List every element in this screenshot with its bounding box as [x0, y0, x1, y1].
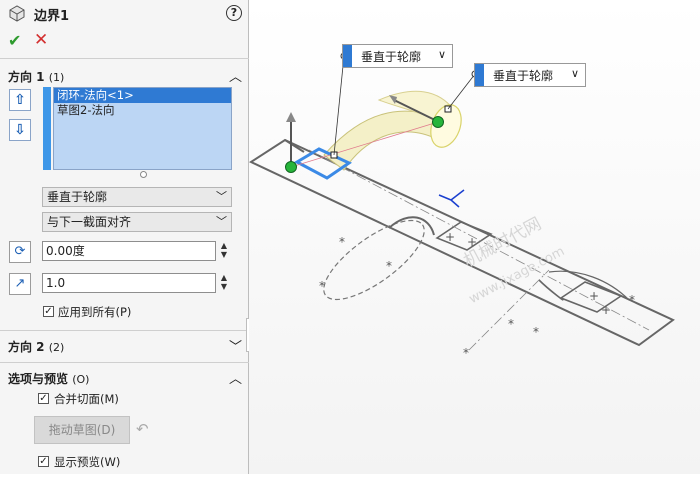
svg-text:*: * — [508, 317, 514, 331]
move-down-button[interactable]: ⇩ — [9, 119, 31, 141]
svg-text:+: + — [589, 289, 599, 303]
drag-sketch-button[interactable]: 拖动草图(D) — [34, 416, 130, 444]
merge-faces-label: 合并切面(M) — [54, 392, 119, 406]
graphics-viewport[interactable]: * * * * * * * + + + + 垂直于轮廓 ∨ 垂直于轮廓 ∨ 机械时代网 www… — [248, 0, 700, 474]
direction2-count: (2) — [48, 341, 65, 354]
chevron-up-icon[interactable]: ︿ — [229, 368, 242, 387]
draft-angle-input[interactable]: 0.00度 — [42, 241, 216, 261]
tangent-callout-2[interactable]: 垂直于轮廓 ∨ — [474, 63, 586, 87]
options-header[interactable]: 选项与预览 (O) ︿ — [8, 370, 242, 388]
alignment-value: 与下一截面对齐 — [47, 215, 132, 229]
list-item[interactable]: 闭环-法向<1> — [54, 88, 231, 103]
callout-accent — [475, 64, 484, 86]
angle-spinner[interactable]: ▲ ▼ — [219, 241, 229, 261]
svg-text:*: * — [386, 259, 392, 273]
apply-all-checkbox[interactable]: ✓ — [43, 306, 54, 317]
chevron-down-icon: ﹀ — [216, 215, 227, 228]
callout-text: 垂直于轮廓 — [493, 69, 554, 83]
svg-text:*: * — [339, 235, 345, 249]
chevron-down-icon[interactable]: ∨ — [438, 48, 446, 61]
property-manager-panel: 边界1 ? ✔ ✕ 方向 1 (1) ︿ ⇧ ⇩ 闭环-法向<1> 草图2-法向… — [0, 0, 249, 474]
direction1-header[interactable]: 方向 1 (1) ︿ — [8, 68, 242, 86]
selection-list-accent — [43, 87, 51, 170]
direction2-header[interactable]: 方向 2 (2) ﹀ — [8, 338, 242, 356]
merge-faces-checkbox[interactable]: ✓ — [38, 393, 49, 404]
direction1-count: (1) — [48, 71, 65, 84]
feature-title: 边界1 — [34, 9, 70, 24]
direction2-title: 方向 2 — [8, 340, 45, 354]
svg-text:*: * — [463, 346, 469, 360]
alignment-select[interactable]: 与下一截面对齐 ﹀ — [42, 212, 232, 232]
options-count: (O) — [72, 373, 90, 386]
svg-text:*: * — [533, 325, 539, 339]
divider — [0, 362, 249, 363]
chevron-down-icon: ﹀ — [216, 190, 227, 203]
tangent-type-select[interactable]: 垂直于轮廓 ﹀ — [42, 187, 232, 207]
chevron-up-icon[interactable]: ︿ — [229, 66, 242, 85]
callout-text: 垂直于轮廓 — [361, 50, 422, 64]
reverse-direction-icon[interactable]: ⟳ — [9, 241, 31, 263]
svg-text:*: * — [319, 279, 325, 293]
svg-text:+: + — [601, 303, 611, 317]
show-preview-checkbox[interactable]: ✓ — [38, 456, 49, 467]
tangent-length-input[interactable]: 1.0 — [42, 273, 216, 293]
list-item[interactable]: 草图2-法向 — [54, 103, 231, 118]
tangent-type-value: 垂直于轮廓 — [47, 190, 108, 204]
svg-text:*: * — [629, 293, 635, 307]
divider — [0, 330, 249, 331]
cancel-button[interactable]: ✕ — [34, 30, 48, 50]
profiles-list[interactable]: 闭环-法向<1> 草图2-法向 — [53, 87, 232, 170]
chevron-down-icon[interactable]: ﹀ — [229, 336, 242, 355]
tangent-callout-1[interactable]: 垂直于轮廓 ∨ — [342, 44, 453, 68]
callout-accent — [343, 45, 352, 67]
undo-icon[interactable]: ↶ — [136, 420, 149, 438]
help-icon[interactable]: ? — [226, 5, 242, 21]
apply-all-label: 应用到所有(P) — [58, 305, 132, 319]
ok-button[interactable]: ✔ — [8, 31, 21, 50]
length-spinner[interactable]: ▲ ▼ — [219, 273, 229, 293]
svg-text:+: + — [445, 230, 455, 244]
options-title: 选项与预览 — [8, 372, 69, 386]
chevron-down-icon[interactable]: ∨ — [571, 67, 579, 80]
divider — [0, 58, 249, 59]
show-preview-label: 显示预览(W) — [54, 455, 121, 469]
boundary-feature-icon — [9, 5, 25, 22]
title-row: 边界1 ? — [8, 4, 242, 24]
tangent-length-icon: ↗ — [9, 273, 31, 295]
list-resize-handle[interactable] — [140, 171, 147, 178]
direction1-title: 方向 1 — [8, 70, 45, 84]
move-up-button[interactable]: ⇧ — [9, 89, 31, 111]
